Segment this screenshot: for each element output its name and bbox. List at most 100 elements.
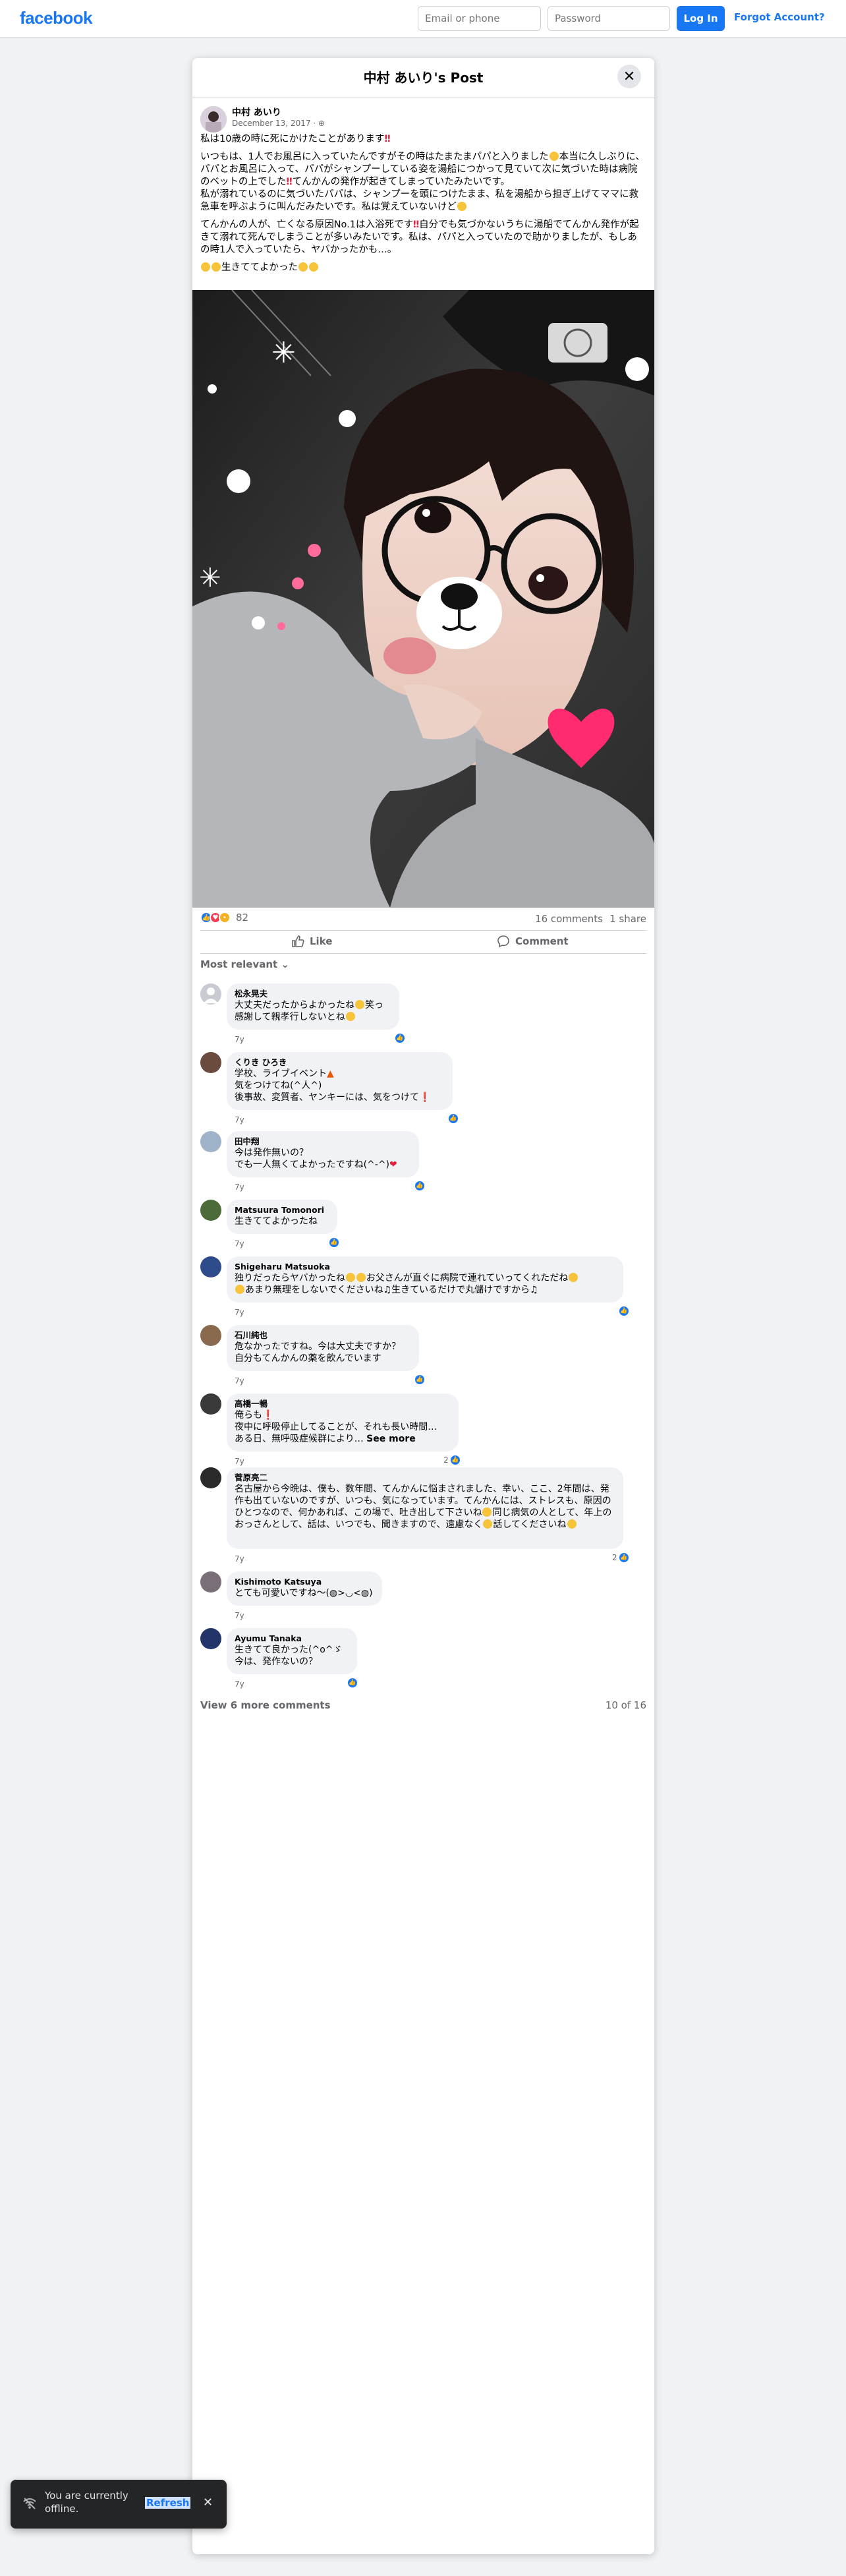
grin-emoji: [201, 262, 210, 272]
comment-time[interactable]: 7y: [235, 1376, 244, 1386]
forgot-account-link[interactable]: Forgot Account?: [734, 11, 825, 23]
comment-sort-dropdown[interactable]: Most relevant ⌄: [200, 958, 289, 970]
commenter-name[interactable]: Matsuura Tomonori: [235, 1205, 329, 1215]
like-count: 2: [443, 1455, 449, 1465]
comment-text: 大丈夫だったからよかったね 笑っ 感謝して親孝行しないとね: [235, 1000, 383, 1022]
smile-emoji: [457, 202, 466, 211]
commenter-avatar[interactable]: [200, 1467, 221, 1488]
comment-bubble: くりき ひろき 学校、ライブイベント▲ 気をつけてね(^人^) 後事故、変質者、ヤン…: [227, 1052, 453, 1110]
fire-icon: ▲: [327, 1068, 334, 1079]
like-reaction-icon: 👍: [414, 1180, 426, 1192]
reaction-count: 82: [236, 912, 249, 923]
comment-time[interactable]: 7y: [235, 1611, 244, 1620]
like-button[interactable]: Like: [291, 935, 332, 948]
comment-icon: [497, 935, 509, 948]
commenter-avatar[interactable]: [200, 1052, 221, 1073]
commenter-avatar[interactable]: [200, 1393, 221, 1415]
author-name[interactable]: 中村 あいり: [232, 105, 281, 119]
comment-time[interactable]: 7y: [235, 1239, 244, 1248]
commenter-avatar[interactable]: [200, 1325, 221, 1346]
selfie-image: ✳ ✳: [192, 290, 654, 908]
comment-time[interactable]: 7y: [235, 1457, 244, 1466]
like-reaction-icon: 👍: [447, 1113, 459, 1125]
view-more-comments-link[interactable]: View 6 more comments: [200, 1699, 331, 1711]
globe-icon: ⊕: [318, 119, 325, 128]
dialog-title: 中村 あいり's Post: [363, 70, 484, 86]
facebook-logo[interactable]: facebook: [20, 8, 93, 28]
comment-text: 学校、ライブイベント▲ 気をつけてね(^人^) 後事故、変質者、ヤンキーには、気をつ…: [235, 1068, 431, 1103]
reaction-summary[interactable]: 👍 ♥ • 82: [200, 912, 248, 923]
comment-text: 生きててよかったね: [235, 1216, 318, 1227]
commenter-name[interactable]: 菅原亮二: [235, 1473, 615, 1483]
comment-text: 危なかったですね。今は大丈夫ですか？ 自分もてんかんの薬を飲んでいます: [235, 1341, 401, 1364]
commenter-name[interactable]: 松永晃夫: [235, 989, 391, 999]
shares-count[interactable]: 1 share: [609, 913, 646, 925]
comments-count[interactable]: 16 comments: [535, 913, 603, 925]
commenter-avatar[interactable]: [200, 1131, 221, 1152]
grin-emoji: [212, 262, 221, 272]
sad-reaction-icon: •: [219, 912, 231, 923]
comment-bubble: 石川純也 危なかったですね。今は大丈夫ですか？ 自分もてんかんの薬を飲んでいます: [227, 1325, 419, 1371]
comment-bubble: 松永晃夫 大丈夫だったからよかったね 笑っ 感謝して親孝行しないとね: [227, 983, 399, 1030]
password-input[interactable]: [548, 6, 670, 31]
commenter-name[interactable]: 田中翔: [235, 1136, 411, 1147]
avatar-image: [200, 106, 227, 132]
email-input[interactable]: [418, 6, 541, 31]
post-photo[interactable]: ✳ ✳: [192, 290, 654, 908]
like-reaction-icon: 👍: [414, 1374, 426, 1386]
comment-time[interactable]: 7y: [235, 1308, 244, 1317]
commenter-name[interactable]: 高橋一暢: [235, 1399, 451, 1409]
comment-text: 名古屋から今晩は、僕も、数年間、てんかんに悩まされました、幸い、ここ、2年間は、…: [235, 1484, 612, 1530]
close-icon[interactable]: ✕: [203, 2496, 213, 2509]
comment-bubble: 田中翔 今は発作無いの？ でも一人無くてよかったですね(^-^)❤: [227, 1131, 419, 1177]
comment-bubble: Ayumu Tanaka 生きてて良かった(^o^ゞ 今は、発作ないの？: [227, 1628, 357, 1674]
commenter-name[interactable]: Kishimoto Katsuya: [235, 1577, 374, 1587]
comment-time[interactable]: 7y: [235, 1115, 244, 1125]
commenter-name[interactable]: Shigeharu Matsuoka: [235, 1262, 615, 1272]
like-count: 2: [612, 1553, 617, 1562]
commenter-avatar[interactable]: [200, 1200, 221, 1221]
toast-message: You are currently offline.: [45, 2490, 128, 2515]
post-dialog: 中村 あいり's Post ✕ 中村 あいり December 13, 2017…: [192, 58, 654, 2554]
svg-text:✳: ✳: [271, 336, 296, 370]
commenter-avatar[interactable]: [200, 983, 221, 1005]
comment-text: 独りだったらヤバかったね お父さんが直ぐに病院で連れていってくれただね あまり無理を…: [235, 1273, 578, 1295]
comment-time[interactable]: 7y: [235, 1183, 244, 1192]
svg-text:✳: ✳: [199, 563, 221, 593]
sweat-emoji: [549, 152, 559, 161]
commenter-name[interactable]: 石川純也: [235, 1330, 411, 1341]
comment-time[interactable]: 7y: [235, 1680, 244, 1689]
divider: [200, 953, 646, 954]
close-button[interactable]: ✕: [617, 65, 641, 88]
like-reaction-icon: 👍: [347, 1677, 358, 1689]
default-avatar-icon: [204, 987, 218, 1003]
top-bar: facebook Log In Forgot Account?: [0, 0, 846, 37]
like-reaction-icon: 👍: [618, 1305, 630, 1317]
like-reaction-icon: 👍: [328, 1237, 340, 1248]
grin-emoji: [309, 262, 318, 272]
comment-bubble: Shigeharu Matsuoka 独りだったらヤバかったね お父さんが直ぐに病…: [227, 1256, 623, 1303]
commenter-name[interactable]: くりき ひろき: [235, 1057, 445, 1068]
commenter-name[interactable]: Ayumu Tanaka: [235, 1633, 349, 1644]
commenter-avatar[interactable]: [200, 1256, 221, 1277]
comment-time[interactable]: 7y: [235, 1554, 244, 1564]
offline-toast: You are currently offline. Refresh ✕: [11, 2480, 227, 2529]
login-button[interactable]: Log In: [677, 6, 725, 31]
author-avatar[interactable]: [200, 106, 227, 132]
refresh-button[interactable]: Refresh: [145, 2497, 191, 2509]
comment-bubble: Matsuura Tomonori 生きててよかったね: [227, 1200, 337, 1234]
post-text: 私は10歳の時に死にかけたことがあります‼ いつもは、1人でお風呂に入っていたん…: [200, 134, 645, 273]
see-more-link[interactable]: See more: [366, 1434, 416, 1444]
thumbs-up-icon: [292, 935, 304, 947]
post-date[interactable]: December 13, 2017 · ⊕: [232, 119, 325, 128]
music-note-icon: ♫: [383, 1285, 392, 1295]
comment-bubble: 菅原亮二 名古屋から今晩は、僕も、数年間、てんかんに悩まされました、幸い、ここ、…: [227, 1467, 623, 1549]
close-icon: ✕: [623, 68, 636, 85]
like-reaction-icon: 👍: [394, 1032, 406, 1044]
comment-text: 俺らも❗ 夜中に呼吸停止してることが、それも長い時間… ある日、無呼吸症候群により……: [235, 1410, 437, 1444]
commenter-avatar[interactable]: [200, 1571, 221, 1593]
commenter-avatar[interactable]: [200, 1628, 221, 1649]
grin-emoji: [298, 262, 308, 272]
comment-button[interactable]: Comment: [497, 935, 569, 948]
comment-time[interactable]: 7y: [235, 1035, 244, 1044]
